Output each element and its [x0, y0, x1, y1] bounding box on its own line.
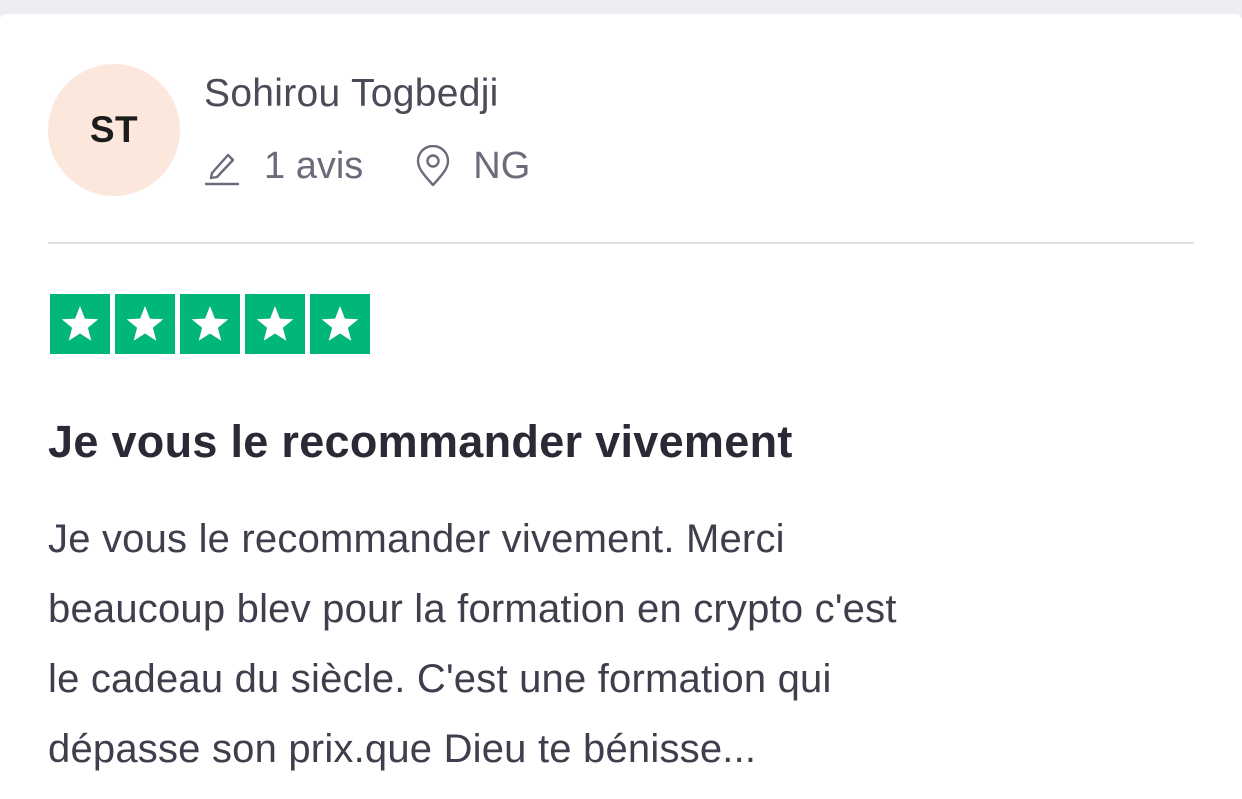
- review-body: Je vous le recommander vivement. Merci be…: [48, 504, 1188, 784]
- review-count: 1 avis: [264, 144, 364, 187]
- star-icon: [50, 294, 110, 354]
- divider: [48, 242, 1194, 244]
- review-body-line: beaucoup blev pour la formation en crypt…: [48, 587, 897, 631]
- star-icon: [115, 294, 175, 354]
- star-rating: [50, 294, 370, 354]
- reviewer-meta: 1 avis NG: [202, 142, 530, 190]
- country-code: NG: [473, 144, 531, 187]
- star-icon: [180, 294, 240, 354]
- review-body-line: dépasse son prix.que Dieu te bénisse...: [48, 727, 757, 771]
- star-icon: [245, 294, 305, 354]
- avatar-initials: ST: [89, 109, 139, 150]
- review-title[interactable]: Je vous le recommander vivement: [48, 416, 793, 468]
- review-body-line: Je vous le recommander vivement. Merci: [48, 517, 785, 561]
- review-card: ST Sohirou Togbedji 1 avis NG Je vous le…: [0, 14, 1242, 799]
- star-icon: [310, 294, 370, 354]
- reviewer-name[interactable]: Sohirou Togbedji: [204, 72, 499, 116]
- location-pin-icon: [415, 145, 451, 187]
- avatar[interactable]: ST: [48, 64, 180, 196]
- review-body-line: le cadeau du siècle. C'est une formation…: [48, 657, 832, 701]
- pencil-icon: [202, 146, 242, 186]
